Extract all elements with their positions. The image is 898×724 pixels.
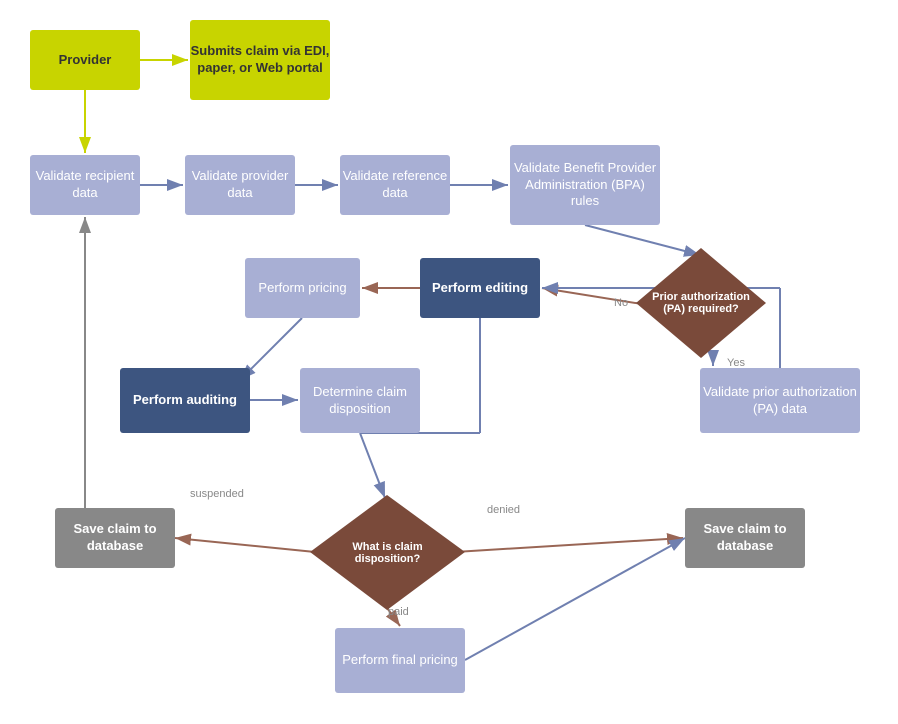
validate-provider-label: Validate provider data	[185, 168, 295, 202]
perform-auditing-label: Perform auditing	[133, 392, 237, 409]
no-label: No	[614, 297, 628, 309]
validate-reference-label: Validate reference data	[340, 168, 450, 202]
provider-label: Provider	[59, 52, 112, 69]
flowchart-diagram: Provider Submits claim via EDI, paper, o…	[0, 0, 898, 724]
determine-claim-label: Determine claim disposition	[300, 384, 420, 418]
save-denied-node: Save claim to database	[685, 508, 805, 568]
perform-editing-node: Perform editing	[420, 258, 540, 318]
paid-label: paid	[388, 606, 409, 618]
provider-node: Provider	[30, 30, 140, 90]
validate-provider-node: Validate provider data	[185, 155, 295, 215]
perform-pricing-node: Perform pricing	[245, 258, 360, 318]
submits-claim-label: Submits claim via EDI, paper, or Web por…	[190, 43, 330, 77]
save-denied-label: Save claim to database	[685, 521, 805, 555]
validate-recipient-node: Validate recipient data	[30, 155, 140, 215]
denied-label: denied	[487, 504, 520, 516]
claim-disposition-diamond: What is claim disposition?	[310, 495, 465, 610]
claim-disposition-label: What is claim disposition?	[320, 541, 455, 565]
arrows-layer	[0, 0, 898, 724]
perform-final-pricing-node: Perform final pricing	[335, 628, 465, 693]
save-suspended-label: Save claim to database	[55, 521, 175, 555]
perform-auditing-node: Perform auditing	[120, 368, 250, 433]
validate-bpa-node: Validate Benefit Provider Administration…	[510, 145, 660, 225]
save-suspended-node: Save claim to database	[55, 508, 175, 568]
validate-bpa-label: Validate Benefit Provider Administration…	[510, 160, 660, 211]
prior-auth-label: Prior authorization (PA) required?	[641, 291, 761, 315]
validate-reference-node: Validate reference data	[340, 155, 450, 215]
determine-claim-node: Determine claim disposition	[300, 368, 420, 433]
validate-pa-label: Validate prior authorization (PA) data	[700, 384, 860, 418]
suspended-label: suspended	[190, 488, 244, 500]
submits-claim-node: Submits claim via EDI, paper, or Web por…	[190, 20, 330, 100]
yes-label: Yes	[727, 357, 745, 369]
perform-final-pricing-label: Perform final pricing	[342, 652, 458, 669]
perform-pricing-label: Perform pricing	[258, 280, 346, 297]
perform-editing-label: Perform editing	[432, 280, 528, 297]
prior-auth-diamond: Prior authorization (PA) required?	[636, 248, 766, 358]
validate-pa-node: Validate prior authorization (PA) data	[700, 368, 860, 433]
validate-recipient-label: Validate recipient data	[30, 168, 140, 202]
